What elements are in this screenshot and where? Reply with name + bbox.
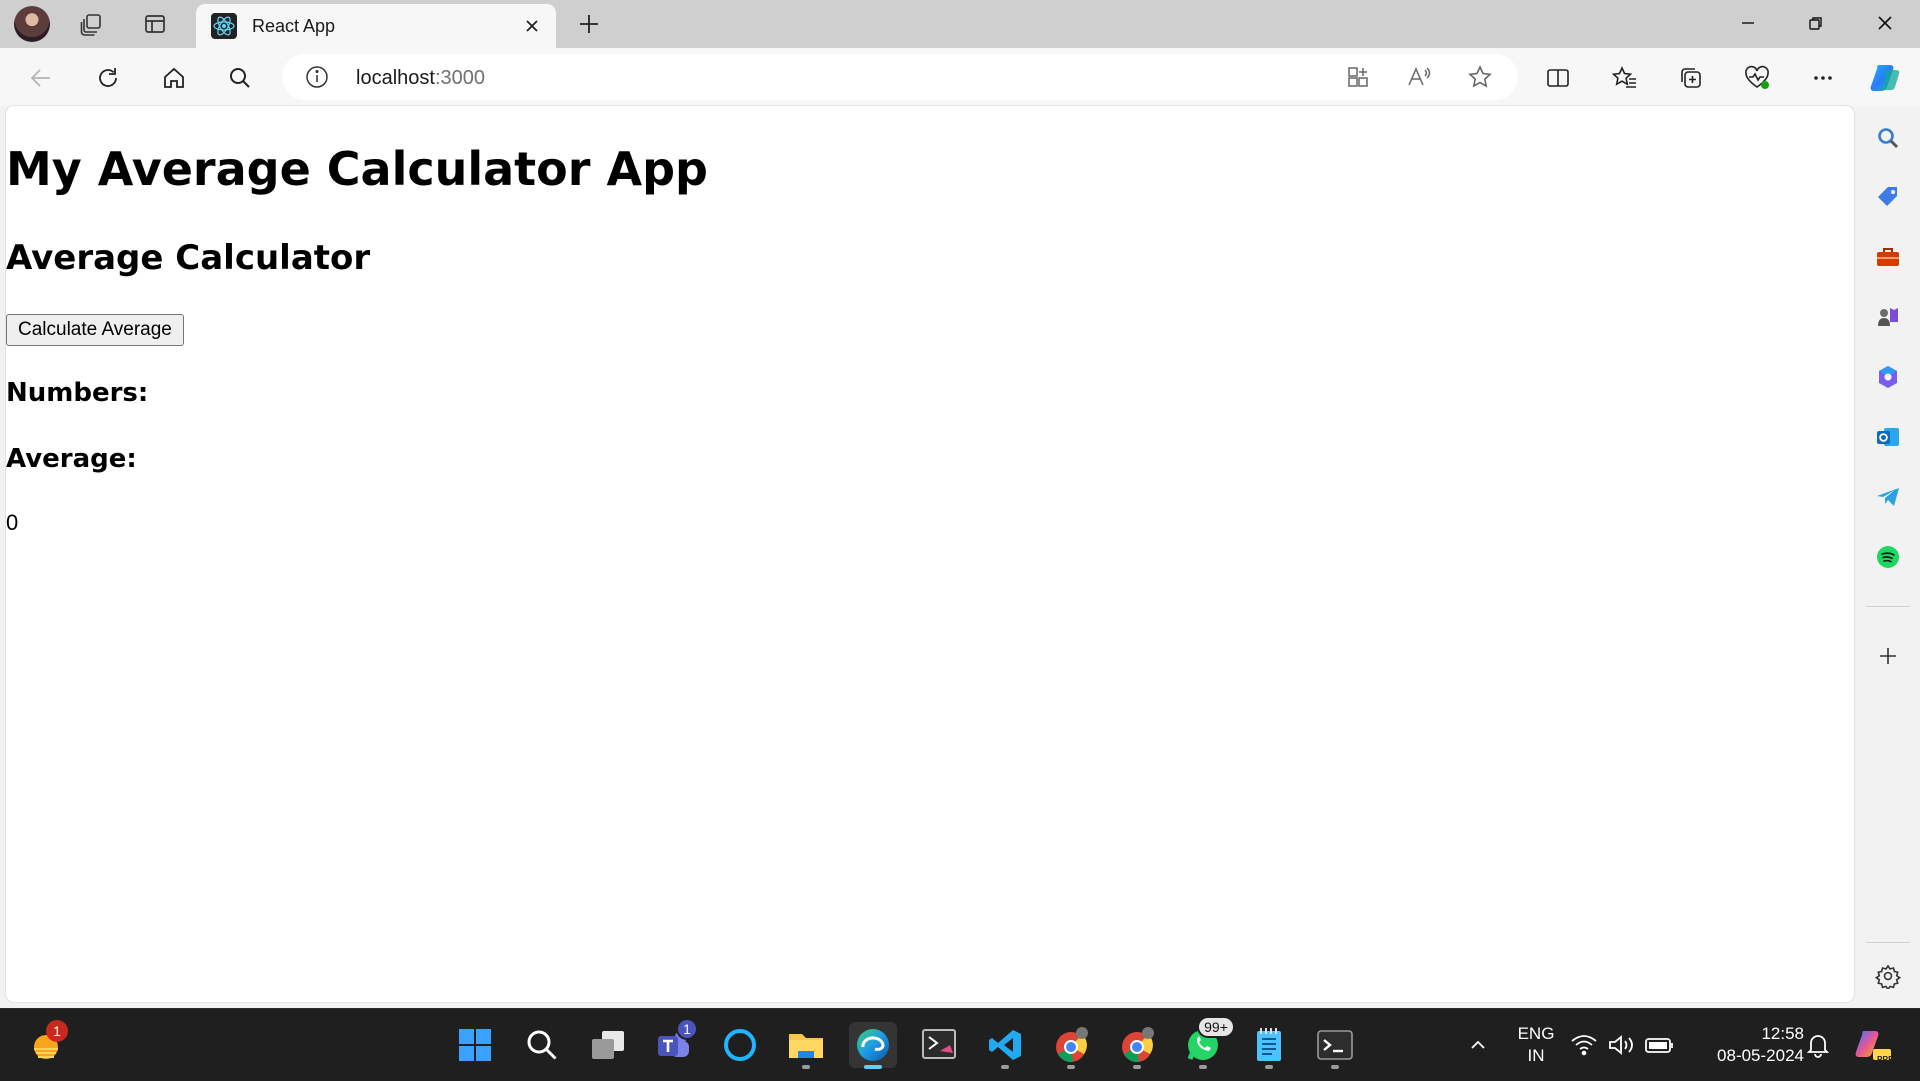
site-info-icon[interactable] [304, 64, 330, 90]
task-view-icon[interactable] [584, 1022, 632, 1068]
weather-widget-icon[interactable]: 1 [22, 1020, 70, 1068]
running-indicator [802, 1065, 810, 1069]
teams-icon[interactable]: 1 [650, 1018, 698, 1068]
clock-date: 08-05-2024 [1717, 1046, 1804, 1065]
url-text: localhost:3000 [356, 67, 485, 90]
chrome-icon[interactable] [1047, 1022, 1095, 1069]
add-sidebar-app-icon[interactable] [1870, 638, 1906, 674]
calculator-heading: Average Calculator [6, 238, 371, 278]
running-indicator [1265, 1065, 1273, 1069]
copilot-tag: PRE [1877, 1055, 1894, 1064]
address-bar[interactable]: localhost:3000 [282, 54, 1518, 100]
show-hidden-icons-chevron-icon[interactable] [1454, 1022, 1502, 1068]
browser-toolbar: localhost:3000 [0, 48, 1920, 106]
whatsapp-icon[interactable]: 99+ [1179, 1016, 1235, 1069]
edge-sidebar [1856, 106, 1920, 1008]
copilot-icon[interactable] [1866, 58, 1906, 98]
wifi-icon [1571, 1035, 1597, 1056]
start-windows-icon[interactable] [451, 1022, 499, 1068]
minimize-icon[interactable] [1719, 0, 1777, 46]
average-label: Average: [6, 444, 137, 474]
read-aloud-icon[interactable] [1402, 60, 1436, 94]
terminal-icon[interactable] [1311, 1022, 1359, 1069]
clock-time: 12:58 [1761, 1024, 1804, 1043]
telegram-icon[interactable] [1870, 479, 1906, 515]
average-value: 0 [6, 510, 19, 535]
url-host: localhost [356, 67, 435, 89]
running-indicator [1331, 1065, 1339, 1069]
file-explorer-icon[interactable] [782, 1022, 830, 1069]
app-title: My Average Calculator App [6, 142, 708, 196]
games-icon[interactable] [1870, 299, 1906, 335]
url-port: :3000 [434, 67, 485, 89]
whatsapp-badge: 99+ [1197, 1016, 1235, 1038]
copilot-taskbar-icon[interactable]: PRE [1848, 1022, 1898, 1068]
outlook-icon[interactable] [1870, 419, 1906, 455]
restore-icon[interactable] [1787, 0, 1845, 46]
network-volume-battery[interactable] [1568, 1022, 1684, 1068]
snipping-tool-icon[interactable] [915, 1022, 963, 1068]
tools-icon[interactable] [1870, 239, 1906, 275]
app-available-icon[interactable] [1341, 60, 1375, 94]
input-language[interactable]: ENG IN [1510, 1023, 1562, 1067]
sidebar-divider [1866, 606, 1910, 607]
split-screen-icon[interactable] [1538, 58, 1578, 98]
numbers-label: Numbers: [6, 378, 149, 408]
windows-taskbar: 1 1 99+ ENG IN 12:58 08-05-2024 PRE [0, 1008, 1920, 1081]
spotify-icon[interactable] [1870, 539, 1906, 575]
running-indicator [1133, 1065, 1141, 1069]
home-icon[interactable] [154, 58, 194, 98]
workspaces-icon[interactable] [74, 6, 110, 42]
taskbar-search-icon[interactable] [518, 1022, 566, 1068]
notepad-icon[interactable] [1245, 1022, 1293, 1069]
battery-icon [1645, 1038, 1673, 1053]
tab-title: React App [252, 16, 336, 36]
sidebar-divider-bottom [1866, 942, 1910, 943]
running-indicator [1199, 1065, 1207, 1069]
browser-essentials-icon[interactable] [1737, 58, 1777, 98]
active-indicator [864, 1065, 882, 1069]
search-icon[interactable] [220, 58, 260, 98]
cortana-icon[interactable] [716, 1022, 764, 1068]
active-tab[interactable]: React App [196, 4, 556, 48]
running-indicator [1067, 1065, 1075, 1069]
react-logo-icon [211, 13, 237, 39]
page-viewport: My Average Calculator App Average Calcul… [6, 106, 1854, 1002]
region-code: IN [1527, 1046, 1545, 1065]
shopping-tag-icon[interactable] [1870, 179, 1906, 215]
sidebar-search-icon[interactable] [1870, 120, 1906, 156]
edge-browser-icon[interactable] [849, 1022, 897, 1069]
vertical-tabs-icon[interactable] [137, 6, 173, 42]
weather-badge: 1 [46, 1020, 68, 1042]
volume-icon [1609, 1035, 1633, 1055]
new-tab-icon[interactable] [571, 6, 607, 42]
running-indicator [1001, 1065, 1009, 1069]
language-code: ENG [1517, 1024, 1555, 1043]
sidebar-settings-gear-icon[interactable] [1870, 958, 1906, 994]
notifications-bell-icon[interactable] [1796, 1022, 1840, 1068]
collections-icon[interactable] [1671, 58, 1711, 98]
teams-badge: 1 [676, 1018, 698, 1040]
more-options-icon[interactable] [1803, 58, 1843, 98]
back-arrow-icon[interactable] [21, 58, 61, 98]
favorites-icon[interactable] [1605, 58, 1645, 98]
favorite-star-icon[interactable] [1463, 60, 1497, 94]
vscode-icon[interactable] [981, 1022, 1029, 1069]
refresh-icon[interactable] [88, 58, 128, 98]
tab-strip: React App [0, 0, 1920, 48]
calculate-average-button[interactable]: Calculate Average [6, 314, 184, 346]
microsoft-365-icon[interactable] [1870, 359, 1906, 395]
clock[interactable]: 12:58 08-05-2024 [1694, 1023, 1804, 1067]
close-tab-icon[interactable] [518, 12, 546, 40]
profile-avatar[interactable] [14, 6, 50, 42]
chrome-profile-icon[interactable] [1113, 1022, 1161, 1069]
close-window-icon[interactable] [1856, 0, 1914, 46]
